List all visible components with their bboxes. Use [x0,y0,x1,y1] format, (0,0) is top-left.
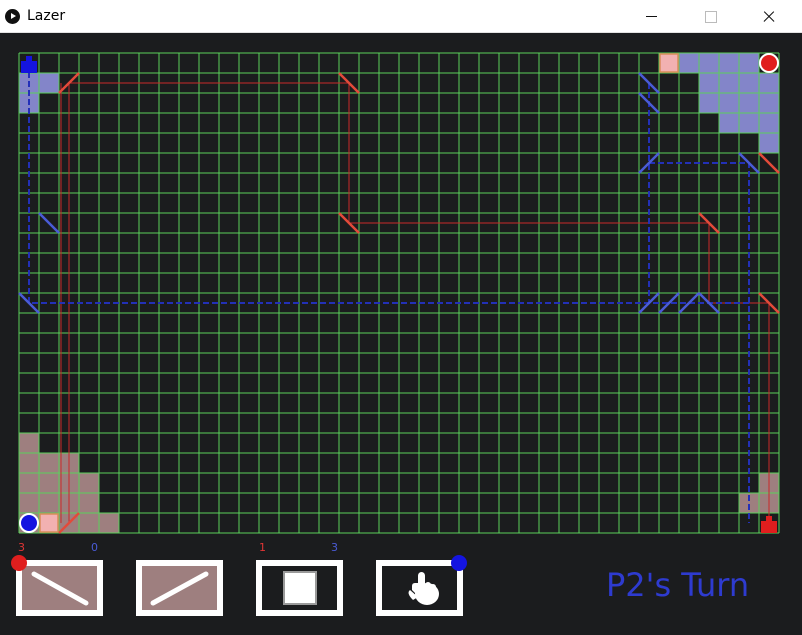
blue-territory-cell [679,53,699,73]
blue-player-selection-marker [451,555,467,571]
blue-block-count: 3 [331,541,338,554]
red-player-selection-marker [11,555,27,571]
blue-mirror [38,212,60,234]
blue-territory-cell [699,73,719,93]
blue-territory-cell [719,113,739,133]
window-titlebar: Lazer [0,0,802,33]
blue-laser-tank [21,61,37,73]
block-icon [283,571,317,605]
game-board[interactable] [0,33,802,558]
mirror-forward-tool-button[interactable] [136,560,223,616]
hand-pointer-icon [408,572,439,605]
red-mirror-count: 3 [18,541,25,554]
mirror-back-tool-button[interactable] [16,560,103,616]
red-block [659,53,679,73]
red-territory-cell [19,493,39,513]
block-tool-button[interactable] [256,560,343,616]
blue-territory-cell [739,113,759,133]
red-block [39,513,59,533]
blue-territory-cell [699,93,719,113]
red-territory-cell [79,513,99,533]
red-territory-cell [79,473,99,493]
mirror-forward-icon [150,571,209,606]
red-territory-cell [39,473,59,493]
blue-territory-cell [699,53,719,73]
red-territory-cell [39,493,59,513]
red-laser-tank-barrel [766,516,772,522]
blue-territory-cell [719,53,739,73]
blue-territory-cell [739,53,759,73]
window-title: Lazer [27,8,66,24]
red-laser-tank [761,521,777,533]
blue-laser-beam [28,63,749,304]
app-play-icon [5,9,20,24]
turn-indicator: P2's Turn [606,566,750,604]
red-territory-cell [19,453,39,473]
blue-territory-cell [39,73,59,93]
blue-mirror-count: 0 [91,541,98,554]
blue-territory-cell [759,93,779,113]
pointer-tool-button[interactable] [376,560,463,616]
blue-territory-cell [739,93,759,113]
blue-mirror [638,72,660,94]
red-territory-cell [39,453,59,473]
blue-territory-cell [759,133,779,153]
blue-territory-cell [759,73,779,93]
blue-territory-cell [719,73,739,93]
red-block-count: 1 [259,541,266,554]
minimize-button[interactable] [628,0,674,32]
red-mirror [758,152,780,174]
blue-laser-emitter [19,513,39,533]
red-territory-cell [19,433,39,453]
red-laser-emitter [759,53,779,73]
red-territory-cell [79,493,99,513]
blue-territory-cell [739,73,759,93]
blue-laser-tank-barrel [26,56,32,62]
close-button[interactable] [746,0,792,32]
blue-territory-cell [719,93,739,113]
blue-territory-cell [759,113,779,133]
maximize-button[interactable] [688,0,734,32]
red-territory-cell [99,513,119,533]
mirror-back-icon [31,571,89,606]
red-territory-cell [19,473,39,493]
